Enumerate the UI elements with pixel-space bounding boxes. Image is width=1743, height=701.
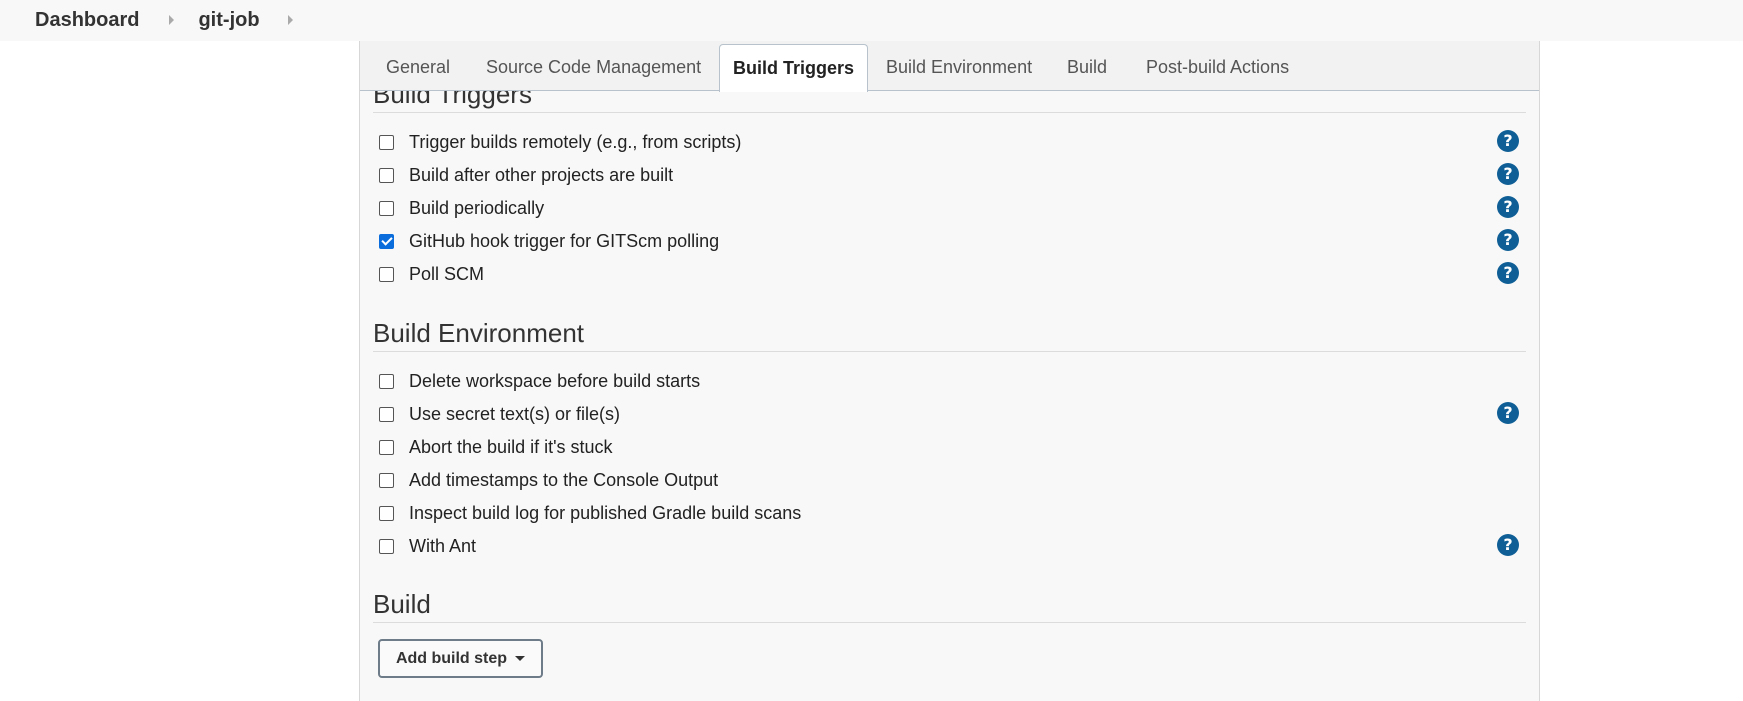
option-label: Add timestamps to the Console Output xyxy=(409,469,719,490)
tab-general[interactable]: General xyxy=(386,44,450,91)
help-icon[interactable]: ? xyxy=(1497,163,1519,185)
option-use-secret-text[interactable]: Use secret text(s) or file(s) xyxy=(379,402,620,426)
option-label: Build periodically xyxy=(409,197,545,218)
help-icon[interactable]: ? xyxy=(1497,229,1519,251)
checkbox[interactable] xyxy=(379,373,394,389)
option-label: With Ant xyxy=(409,535,477,556)
tab-build-triggers[interactable]: Build Triggers xyxy=(719,44,869,92)
tab-source-code-management[interactable]: Source Code Management xyxy=(486,44,701,91)
add-build-step-label: Add build step xyxy=(395,649,508,667)
help-icon[interactable]: ? xyxy=(1497,402,1519,424)
tab-post-build-actions[interactable]: Post-build Actions xyxy=(1146,44,1289,91)
option-label: Build after other projects are built xyxy=(409,164,674,185)
breadcrumb-git-job[interactable]: git-job xyxy=(198,9,259,32)
option-add-timestamps[interactable]: Add timestamps to the Console Output xyxy=(379,468,718,492)
help-icon[interactable]: ? xyxy=(1497,130,1519,152)
build-environment-heading: Build Environment xyxy=(373,318,584,348)
breadcrumb: Dashboard git-job xyxy=(0,0,1743,41)
checkbox[interactable] xyxy=(379,439,394,455)
divider xyxy=(373,622,1526,623)
config-panel: General Source Code Management Build Tri… xyxy=(359,41,1540,701)
help-icon[interactable]: ? xyxy=(1497,196,1519,218)
option-build-periodically[interactable]: Build periodically xyxy=(379,196,544,220)
checkbox[interactable] xyxy=(379,200,394,216)
option-poll-scm[interactable]: Poll SCM xyxy=(379,262,484,286)
option-label: Use secret text(s) or file(s) xyxy=(409,403,621,424)
breadcrumb-dashboard[interactable]: Dashboard xyxy=(35,9,139,32)
option-github-hook-trigger[interactable]: GitHub hook trigger for GITScm polling xyxy=(379,229,719,253)
tab-build[interactable]: Build xyxy=(1067,44,1107,91)
divider xyxy=(373,351,1526,352)
help-icon[interactable]: ? xyxy=(1497,262,1519,284)
option-inspect-gradle-scans[interactable]: Inspect build log for published Gradle b… xyxy=(379,501,801,525)
divider xyxy=(373,112,1526,113)
checkbox[interactable] xyxy=(379,538,394,554)
chevron-right-icon xyxy=(169,14,175,25)
option-label: Poll SCM xyxy=(409,263,485,284)
checkbox[interactable] xyxy=(379,134,394,150)
checkbox[interactable] xyxy=(379,266,394,282)
checkbox-checked[interactable] xyxy=(379,233,394,249)
help-icon[interactable]: ? xyxy=(1497,534,1519,556)
config-tabbar: General Source Code Management Build Tri… xyxy=(360,41,1539,92)
add-build-step-button[interactable]: Add build step xyxy=(378,639,543,678)
option-trigger-remotely[interactable]: Trigger builds remotely (e.g., from scri… xyxy=(379,130,741,154)
option-with-ant[interactable]: With Ant xyxy=(379,534,476,558)
checkbox[interactable] xyxy=(379,472,394,488)
option-label: Inspect build log for published Gradle b… xyxy=(409,502,802,523)
checkbox[interactable] xyxy=(379,505,394,521)
tab-build-environment[interactable]: Build Environment xyxy=(886,44,1032,91)
option-label: GitHub hook trigger for GITScm polling xyxy=(409,230,720,251)
build-heading: Build xyxy=(373,589,431,619)
option-label: Delete workspace before build starts xyxy=(409,370,701,391)
checkbox[interactable] xyxy=(379,406,394,422)
option-build-after-other-projects[interactable]: Build after other projects are built xyxy=(379,163,673,187)
option-label: Abort the build if it's stuck xyxy=(409,436,613,457)
chevron-right-icon[interactable] xyxy=(287,14,293,25)
option-abort-if-stuck[interactable]: Abort the build if it's stuck xyxy=(379,435,613,459)
caret-down-icon xyxy=(515,656,526,661)
option-delete-workspace[interactable]: Delete workspace before build starts xyxy=(379,369,700,393)
checkbox[interactable] xyxy=(379,167,394,183)
option-label: Trigger builds remotely (e.g., from scri… xyxy=(409,131,742,152)
